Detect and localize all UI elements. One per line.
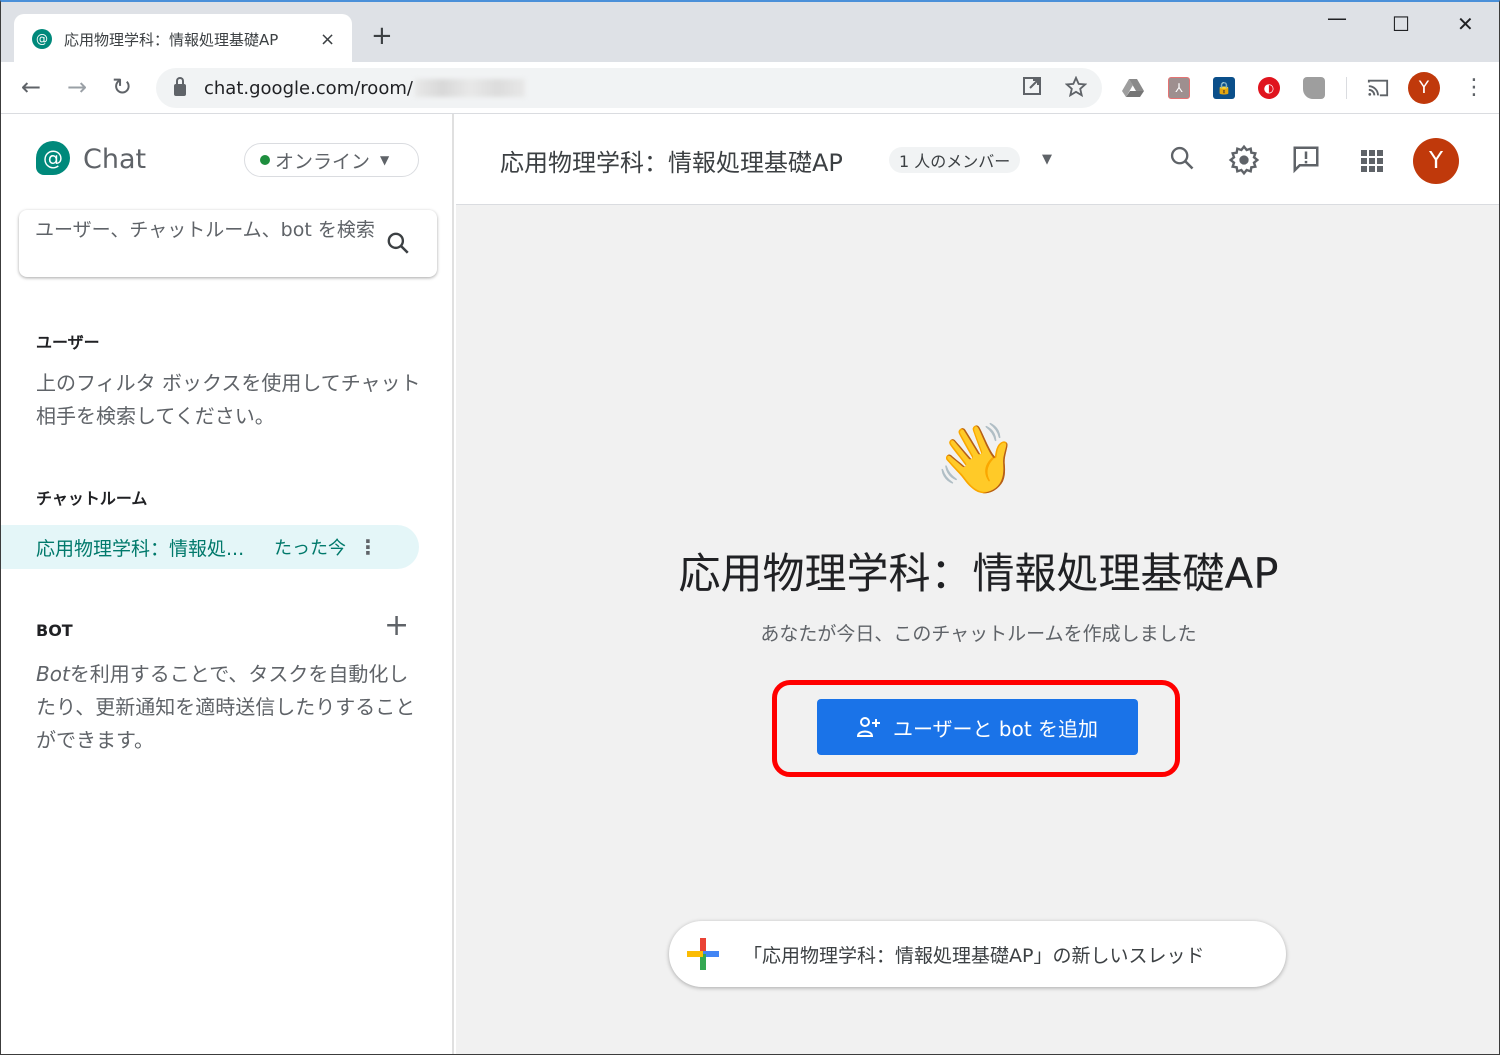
app-name: Chat <box>83 144 147 175</box>
account-avatar[interactable]: Y <box>1413 138 1459 184</box>
maximize-button[interactable]: ☐ <box>1392 12 1410 36</box>
add-person-icon <box>856 717 880 737</box>
add-button-label: ユーザーと bot を追加 <box>892 716 1099 741</box>
browser-window: @ 応用物理学科：情報処理基礎AP × + — ☐ ✕ ← → ↻ chat.g… <box>0 0 1500 1055</box>
reload-button[interactable]: ↻ <box>112 73 132 101</box>
bots-hint-text: を利用することで、タスクを自動化したり、更新通知を適時送信したりすることができま… <box>36 662 416 752</box>
add-users-and-bots-button[interactable]: ユーザーと bot を追加 <box>817 699 1138 755</box>
cast-icon[interactable] <box>1367 77 1389 99</box>
browser-menu-icon[interactable]: ⋮ <box>1463 75 1485 101</box>
bots-hint: Botを利用することで、タスクを自動化したり、更新通知を適時送信したりすることが… <box>36 658 421 757</box>
waving-hand-icon: 👋 <box>934 420 1019 499</box>
search-placeholder: ユーザー、チャットルーム、bot を検索 <box>35 219 375 241</box>
users-hint: 上のフィルタ ボックスを使用してチャット相手を検索してください。 <box>36 371 421 428</box>
lock-icon <box>174 77 186 96</box>
toolbar-divider <box>1346 77 1347 99</box>
new-tab-button[interactable]: + <box>371 22 393 50</box>
search-icon[interactable] <box>385 230 411 260</box>
google-drive-extension-icon[interactable] <box>1122 77 1144 99</box>
room-more-options-icon[interactable]: ⋮ <box>358 535 378 559</box>
redacted-url-segment <box>414 79 525 97</box>
tab-close-icon[interactable]: × <box>320 29 335 50</box>
extension-icon[interactable] <box>1303 77 1325 99</box>
add-bot-plus-icon[interactable]: + <box>384 611 409 641</box>
back-button[interactable]: ← <box>21 73 41 101</box>
apps-grid-icon[interactable] <box>1360 149 1384 177</box>
url-text: chat.google.com/room/ <box>204 77 413 99</box>
room-list-item[interactable]: 応用物理学科：情報処... たった今 ⋮ <box>1 525 419 569</box>
tab-strip: @ 応用物理学科：情報処理基礎AP × + — ☐ ✕ <box>1 2 1499 64</box>
browser-tab[interactable]: @ 応用物理学科：情報処理基礎AP × <box>14 14 352 64</box>
minimize-button[interactable]: — <box>1327 6 1347 30</box>
rooms-section-title: チャットルーム <box>36 489 148 508</box>
browser-profile-avatar[interactable]: Y <box>1408 72 1440 104</box>
new-thread-label: 「応用物理学科：情報処理基礎AP」の新しいスレッド <box>743 944 1205 967</box>
tab-title: 応用物理学科：情報処理基礎AP <box>64 30 279 49</box>
welcome-subtitle: あなたが今日、このチャットルームを作成しました <box>760 623 1197 645</box>
forward-button[interactable]: → <box>67 73 87 101</box>
status-label: オンライン <box>275 150 371 173</box>
room-search-icon[interactable] <box>1168 144 1196 176</box>
bookmark-star-icon[interactable] <box>1064 75 1088 103</box>
chat-favicon-icon: @ <box>32 29 52 49</box>
sidebar: @ Chat オンライン ▼ ユーザー、チャットルーム、bot を検索 ユーザー… <box>1 114 454 1054</box>
google-plus-icon <box>685 936 721 972</box>
close-window-button[interactable]: ✕ <box>1457 12 1474 36</box>
new-thread-button[interactable]: 「応用物理学科：情報処理基礎AP」の新しいスレッド <box>669 921 1286 987</box>
bots-section-title: BOT <box>36 621 73 640</box>
users-section-title: ユーザー <box>36 333 100 352</box>
open-in-app-icon[interactable] <box>1022 76 1042 101</box>
settings-gear-icon[interactable] <box>1228 144 1260 180</box>
trend-micro-extension-icon[interactable]: ◐ <box>1258 77 1280 99</box>
room-timestamp: たった今 <box>274 538 346 559</box>
browser-toolbar: ← → ↻ chat.google.com/room/ ⅄ 🔒 ◐ Y ⋮ <box>1 62 1499 114</box>
room-header: 応用物理学科：情報処理基礎AP 1 人のメンバー ▼ Y <box>456 114 1499 205</box>
room-header-title: 応用物理学科：情報処理基礎AP <box>500 149 843 177</box>
adobe-acrobat-extension-icon[interactable]: ⅄ <box>1168 77 1190 99</box>
members-caret-down-icon[interactable]: ▼ <box>1042 152 1052 167</box>
caret-down-icon: ▼ <box>380 153 390 167</box>
member-count-chip[interactable]: 1 人のメンバー <box>889 147 1021 173</box>
room-name: 応用物理学科：情報処... <box>36 537 245 560</box>
bots-hint-bot-word: Bot <box>36 662 70 686</box>
status-dropdown[interactable]: オンライン ▼ <box>244 143 419 177</box>
online-status-dot-icon <box>260 155 270 165</box>
main-panel: 応用物理学科：情報処理基礎AP 1 人のメンバー ▼ Y 👋 応用物理学科：情報… <box>456 114 1499 1054</box>
sidebar-search-input[interactable]: ユーザー、チャットルーム、bot を検索 <box>19 210 437 277</box>
password-lock-extension-icon[interactable]: 🔒 <box>1213 77 1235 99</box>
welcome-title: 応用物理学科：情報処理基礎AP <box>678 549 1279 598</box>
chat-logo-icon: @ <box>36 141 70 175</box>
feedback-icon[interactable] <box>1291 144 1321 178</box>
address-bar[interactable]: chat.google.com/room/ <box>156 68 1102 108</box>
